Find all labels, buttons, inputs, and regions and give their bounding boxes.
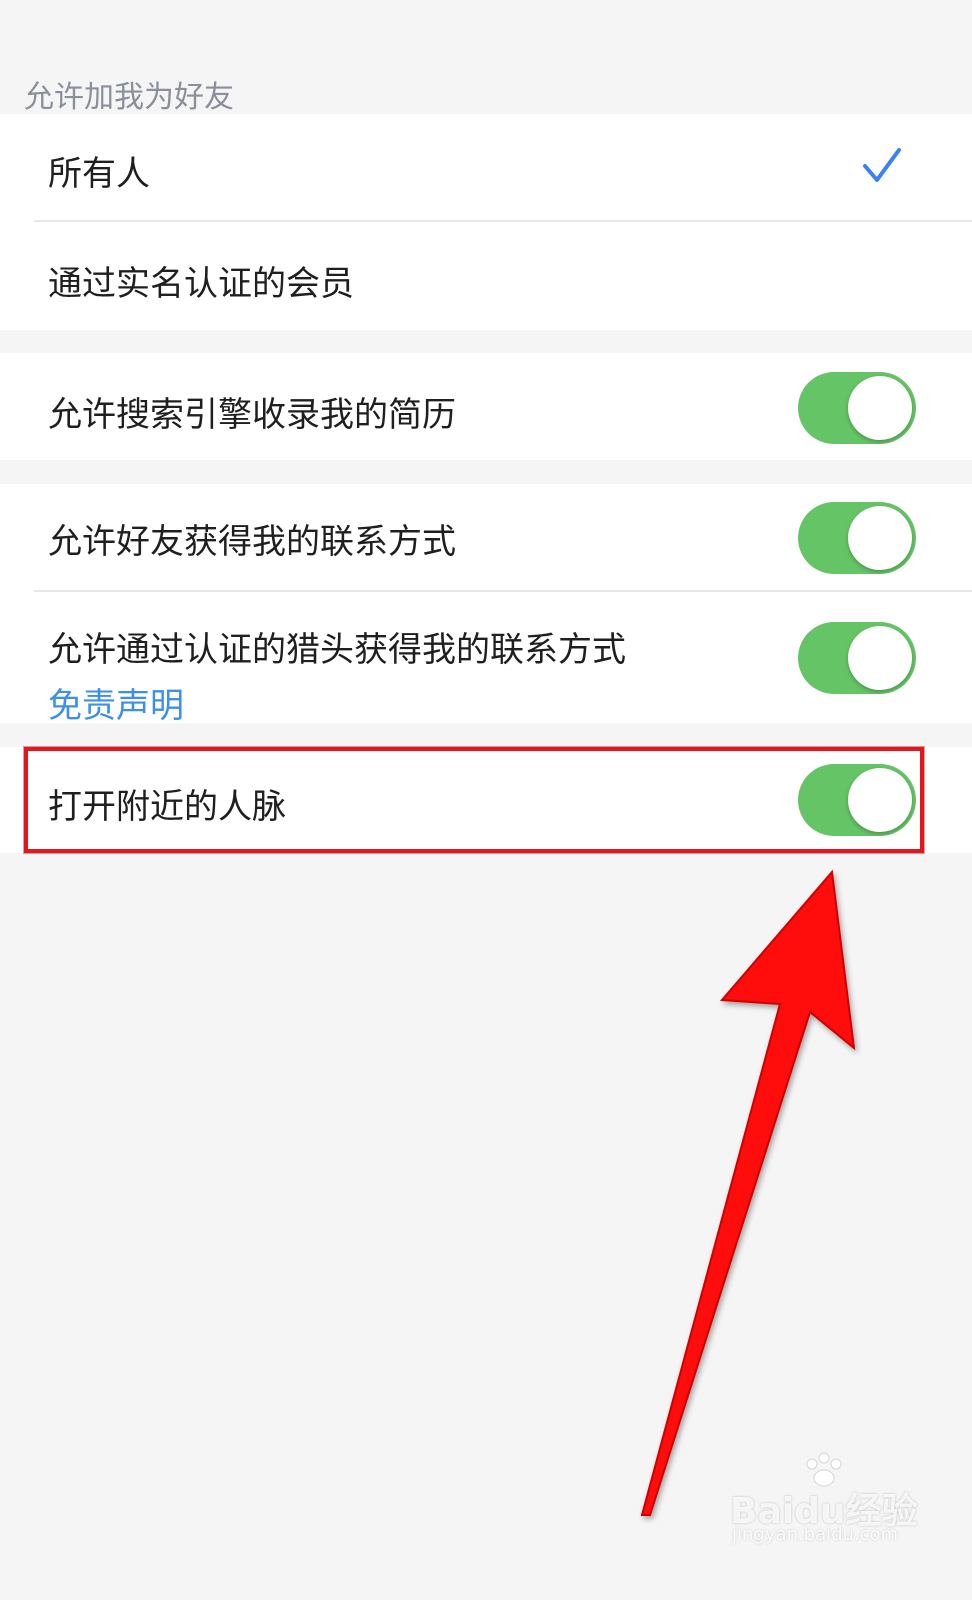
search-engine-group: 允许搜索引擎收录我的简历 xyxy=(0,353,972,460)
toggle-knob xyxy=(848,376,912,440)
red-arrow-icon xyxy=(640,869,856,1516)
headhunter-contact-row: 允许通过认证的猎头获得我的联系方式 免责声明 xyxy=(0,592,972,726)
disclaimer-link[interactable]: 免责声明 xyxy=(48,678,184,727)
friend-options-group: 所有人 通过实名认证的会员 xyxy=(0,114,972,330)
option-everyone[interactable]: 所有人 xyxy=(0,114,972,220)
highlight-box xyxy=(23,746,925,854)
checkmark-icon xyxy=(863,148,901,182)
friends-contact-label: 允许好友获得我的联系方式 xyxy=(48,522,456,562)
search-engine-label: 允许搜索引擎收录我的简历 xyxy=(48,395,456,435)
toggle-knob xyxy=(848,626,912,690)
headhunter-contact-label: 允许通过认证的猎头获得我的联系方式 xyxy=(48,630,626,670)
contact-group: 允许好友获得我的联系方式 允许通过认证的猎头获得我的联系方式 免责声明 xyxy=(0,484,972,726)
friends-contact-row: 允许好友获得我的联系方式 xyxy=(0,484,972,590)
friends-contact-toggle[interactable] xyxy=(798,502,916,574)
option-verified-members[interactable]: 通过实名认证的会员 xyxy=(0,222,972,330)
option-label: 通过实名认证的会员 xyxy=(48,264,354,304)
search-engine-toggle[interactable] xyxy=(798,372,916,444)
section-header-allow-add-friend: 允许加我为好友 xyxy=(24,80,234,115)
watermark-logo: Baidu经验 jingyan.baidu.com xyxy=(730,1452,920,1550)
search-engine-row: 允许搜索引擎收录我的简历 xyxy=(0,353,972,460)
option-label: 所有人 xyxy=(48,154,150,194)
watermark-url: jingyan.baidu.com xyxy=(732,1524,899,1545)
headhunter-contact-toggle[interactable] xyxy=(798,622,916,694)
toggle-knob xyxy=(848,506,912,570)
